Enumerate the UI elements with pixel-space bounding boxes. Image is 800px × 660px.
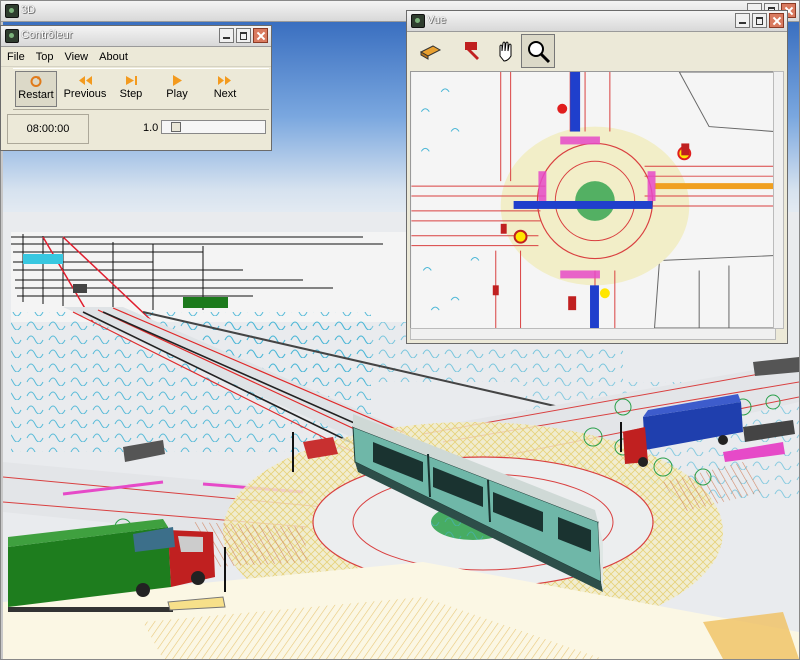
next-button[interactable]: Next (207, 71, 243, 107)
speed-slider[interactable] (161, 120, 266, 134)
restart-button[interactable]: Restart (15, 71, 57, 107)
speed-slider-thumb[interactable] (171, 122, 181, 132)
main-window-title: 3D (21, 4, 36, 16)
app-icon (5, 4, 19, 18)
hand-icon (499, 41, 512, 62)
zoom-tool-button[interactable] (521, 34, 555, 68)
controleur-title: Contrôleur (21, 29, 73, 41)
vue-title: Vue (427, 14, 447, 26)
vue-window: Vue (406, 10, 788, 344)
pointer-tool-button[interactable] (455, 34, 489, 68)
horizontal-scrollbar[interactable] (410, 328, 776, 340)
zoom-icon (528, 41, 551, 64)
menu-top[interactable]: Top (36, 51, 54, 63)
speed-value: 1.0 (143, 122, 159, 134)
layer-icon (419, 45, 442, 60)
close-button[interactable] (253, 28, 268, 43)
menu-file[interactable]: File (7, 51, 25, 63)
rewind-icon (77, 74, 93, 87)
app-icon (5, 29, 19, 43)
menu-bar: File Top View About (1, 47, 271, 67)
fast-forward-icon (217, 74, 233, 87)
menu-about[interactable]: About (99, 51, 128, 63)
controleur-window: Contrôleur File Top View About Restart P… (0, 25, 272, 151)
minimize-button[interactable] (219, 28, 234, 43)
vertical-scrollbar[interactable] (773, 71, 784, 329)
app-icon (411, 14, 425, 28)
play-icon (169, 74, 185, 87)
restart-icon (28, 75, 44, 88)
simulation-time: 08:00:00 (7, 114, 89, 144)
maximize-button[interactable] (752, 13, 767, 28)
layer-tool-button[interactable] (413, 34, 447, 68)
map-tram-track (513, 200, 653, 209)
previous-button[interactable]: Previous (63, 71, 107, 107)
menu-view[interactable]: View (64, 51, 88, 63)
playback-toolbar: Restart Previous Step Play Next (13, 68, 269, 110)
minimize-button[interactable] (735, 13, 750, 28)
play-button[interactable]: Play (159, 71, 195, 107)
close-button[interactable] (769, 13, 784, 28)
maximize-button[interactable] (236, 28, 251, 43)
hand-tool-button[interactable] (489, 34, 523, 68)
step-button[interactable]: Step (113, 71, 149, 107)
plan-view-map[interactable] (410, 71, 776, 329)
pointer-icon (465, 42, 479, 60)
controleur-titlebar[interactable]: Contrôleur (1, 26, 271, 47)
vue-titlebar[interactable]: Vue (407, 11, 787, 32)
step-icon (123, 74, 139, 87)
